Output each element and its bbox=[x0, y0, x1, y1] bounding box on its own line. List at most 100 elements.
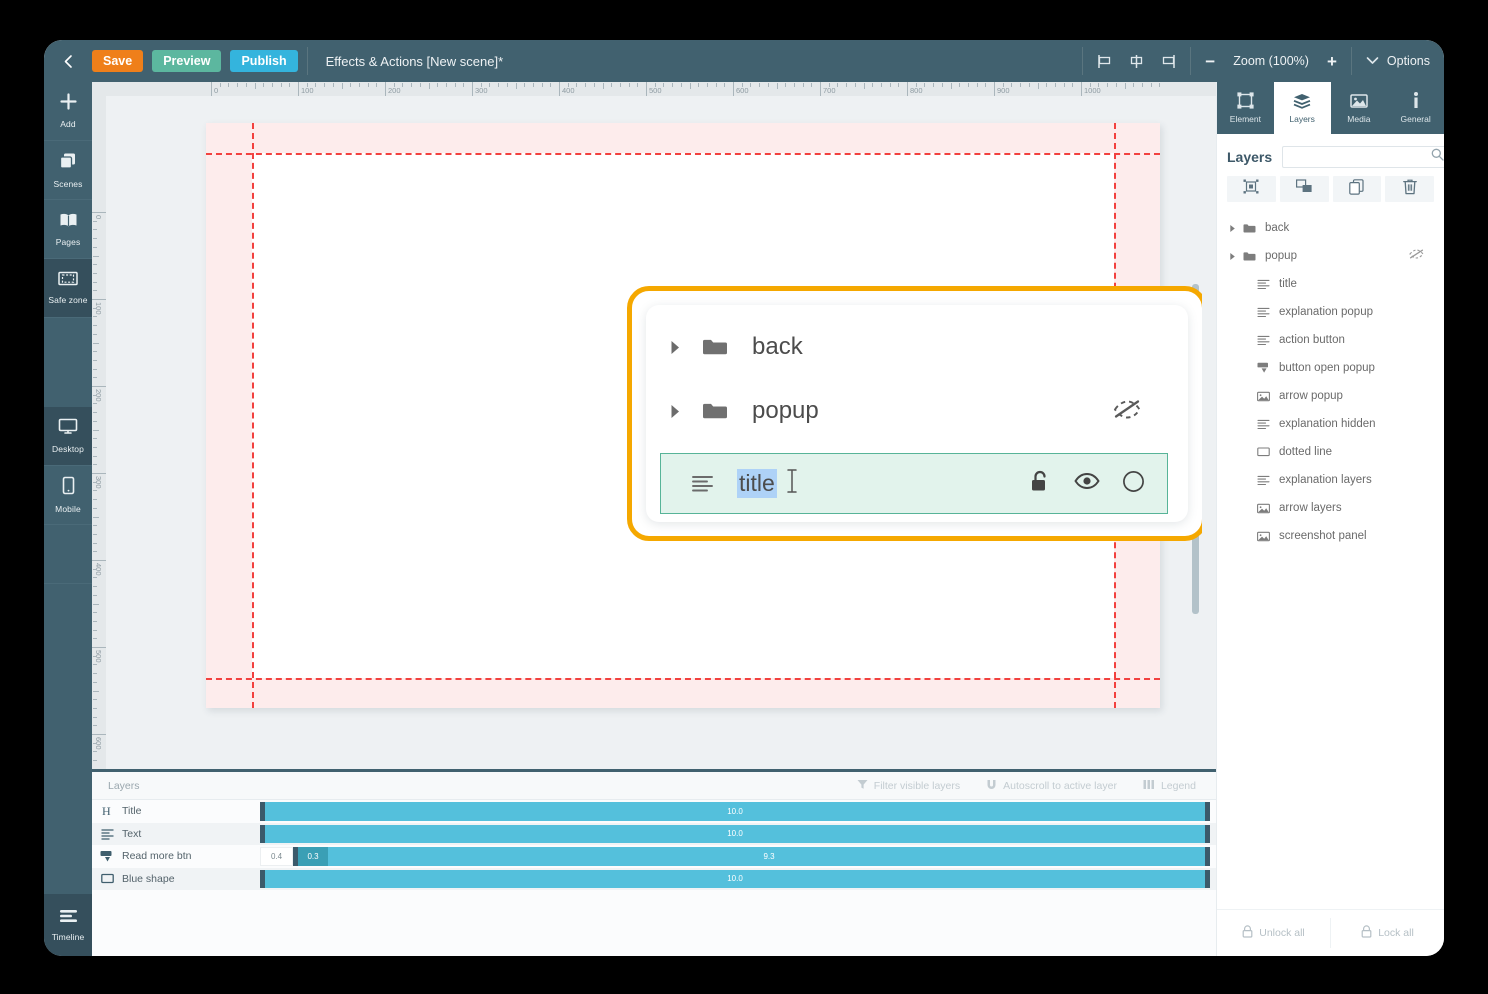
tab-media[interactable]: Media bbox=[1331, 82, 1388, 134]
timeline-delay-block[interactable]: 0.4 bbox=[260, 847, 293, 866]
timeline-row[interactable]: H Title 10.0 bbox=[92, 800, 1216, 823]
publish-button[interactable]: Publish bbox=[230, 50, 297, 72]
ruler-tick-minor bbox=[359, 83, 360, 87]
ruler-tick-major bbox=[559, 82, 560, 96]
layer-list-item-label: button open popup bbox=[1279, 362, 1375, 374]
options-button[interactable]: Options bbox=[1366, 54, 1430, 68]
callout-selected-layer-row[interactable]: title bbox=[660, 453, 1168, 514]
timeline-panel: Layers Filter visible layers Autoscroll … bbox=[92, 769, 1216, 956]
timeline-bar[interactable]: 10.0 bbox=[260, 802, 1210, 821]
search-icon[interactable] bbox=[1431, 148, 1444, 166]
eye-off-icon[interactable] bbox=[1409, 247, 1424, 265]
caret-right-icon[interactable] bbox=[668, 403, 702, 420]
unlock-all-button[interactable]: Unlock all bbox=[1217, 910, 1330, 956]
timeline-bar[interactable]: 10.0 bbox=[260, 870, 1210, 889]
timeline-row-track[interactable]: 10.0 bbox=[260, 825, 1210, 844]
timeline-row-track[interactable]: 10.0 bbox=[260, 802, 1210, 821]
ruler-tick-major bbox=[385, 82, 386, 96]
sidebar-item-timeline[interactable]: Timeline bbox=[44, 894, 92, 956]
caret-right-icon[interactable] bbox=[668, 339, 702, 356]
sidebar-item-desktop[interactable]: Desktop bbox=[44, 407, 92, 466]
align-center-icon[interactable] bbox=[1128, 54, 1145, 69]
timeline-row[interactable]: Text 10.0 bbox=[92, 823, 1216, 846]
layer-list-item[interactable]: arrow layers bbox=[1217, 494, 1444, 522]
layer-list-item[interactable]: arrow popup bbox=[1217, 382, 1444, 410]
timeline-bar-cap-start[interactable] bbox=[260, 825, 265, 844]
zoom-in-button[interactable]: + bbox=[1327, 53, 1337, 70]
align-left-icon[interactable] bbox=[1097, 54, 1114, 69]
layers-search-input[interactable] bbox=[1289, 151, 1431, 163]
eye-icon[interactable] bbox=[1074, 471, 1100, 496]
timeline-row-track[interactable]: 10.0 bbox=[260, 870, 1210, 889]
timeline-bar[interactable]: 9.3 bbox=[328, 847, 1210, 866]
ruler-tick-minor bbox=[93, 569, 97, 570]
callout-row-actions bbox=[1030, 469, 1145, 498]
tab-layers[interactable]: Layers bbox=[1274, 82, 1331, 134]
circle-icon[interactable] bbox=[1122, 470, 1145, 498]
ungroup-layers-button[interactable] bbox=[1280, 176, 1329, 202]
guide-vertical-left[interactable] bbox=[252, 123, 254, 708]
layer-list-item[interactable]: title bbox=[1217, 270, 1444, 298]
callout-layer-row-back[interactable]: back bbox=[646, 315, 1188, 379]
layer-list-item[interactable]: back bbox=[1217, 214, 1444, 242]
timeline-bar-cap-end[interactable] bbox=[1205, 825, 1210, 844]
timeline-bar[interactable]: 10.0 bbox=[260, 825, 1210, 844]
duplicate-layer-button[interactable] bbox=[1333, 176, 1382, 202]
sidebar-item-pages[interactable]: Pages bbox=[44, 200, 92, 259]
unlock-icon[interactable] bbox=[1030, 469, 1052, 498]
timeline-bar-cap-start[interactable] bbox=[293, 847, 298, 866]
timeline-bar-cap-start[interactable] bbox=[260, 870, 265, 889]
timeline-bar-cap-start[interactable] bbox=[260, 802, 265, 821]
layer-list-item[interactable]: explanation popup bbox=[1217, 298, 1444, 326]
caret-right-icon[interactable] bbox=[1229, 224, 1243, 233]
align-right-icon[interactable] bbox=[1159, 54, 1176, 69]
timeline-delay-badge[interactable]: 0.3 bbox=[298, 847, 328, 866]
timeline-row[interactable]: Blue shape 10.0 bbox=[92, 868, 1216, 891]
guide-horizontal-bottom[interactable] bbox=[206, 678, 1160, 680]
ruler-tick-minor bbox=[93, 543, 97, 544]
sidebar-item-safe-zone[interactable]: Safe zone bbox=[44, 259, 92, 318]
preview-button[interactable]: Preview bbox=[152, 50, 221, 72]
tab-general[interactable]: General bbox=[1387, 82, 1444, 134]
back-button[interactable] bbox=[44, 40, 92, 82]
layer-list-item[interactable]: explanation hidden bbox=[1217, 410, 1444, 438]
group-layers-button[interactable] bbox=[1227, 176, 1276, 202]
delete-layer-button[interactable] bbox=[1385, 176, 1434, 202]
tab-element[interactable]: Element bbox=[1217, 82, 1274, 134]
timeline-row-track[interactable]: 0.4 0.3 9.3 bbox=[260, 847, 1210, 866]
layer-list-item[interactable]: dotted line bbox=[1217, 438, 1444, 466]
autoscroll-to-active-layer-button[interactable]: Autoscroll to active layer bbox=[986, 779, 1117, 793]
callout-layer-name-back: back bbox=[752, 333, 803, 361]
caret-right-icon[interactable] bbox=[1229, 252, 1243, 261]
eye-off-icon[interactable] bbox=[1112, 397, 1142, 426]
callout-layer-row-popup[interactable]: popup bbox=[646, 379, 1188, 443]
layer-list-item[interactable]: screenshot panel bbox=[1217, 522, 1444, 550]
sidebar-item-mobile[interactable]: Mobile bbox=[44, 466, 92, 525]
sidebar-item-scenes[interactable]: Scenes bbox=[44, 141, 92, 200]
timeline-bar-cap-end[interactable] bbox=[1205, 847, 1210, 866]
callout-layer-name-popup: popup bbox=[752, 397, 819, 425]
ruler-tick-minor bbox=[93, 343, 99, 344]
sidebar-item-add[interactable]: Add bbox=[44, 82, 92, 141]
layers-search-box[interactable] bbox=[1282, 146, 1444, 168]
zoom-out-button[interactable]: − bbox=[1205, 53, 1215, 70]
ruler-tick-minor bbox=[655, 83, 656, 87]
horizontal-ruler[interactable]: 01002003004005006007008009001000 bbox=[106, 82, 1216, 96]
save-button[interactable]: Save bbox=[92, 50, 143, 72]
guide-horizontal-top[interactable] bbox=[206, 153, 1160, 155]
layer-list-item[interactable]: button open popup bbox=[1217, 354, 1444, 382]
layer-list-item[interactable]: popup bbox=[1217, 242, 1444, 270]
ruler-tick-minor bbox=[1090, 83, 1091, 87]
timeline-bar-cap-end[interactable] bbox=[1205, 802, 1210, 821]
callout-selected-layer-name[interactable]: title bbox=[737, 469, 777, 498]
timeline-bar-cap-end[interactable] bbox=[1205, 870, 1210, 889]
layer-list-item[interactable]: action button bbox=[1217, 326, 1444, 354]
layer-list-item-label: back bbox=[1265, 222, 1289, 234]
legend-button[interactable]: Legend bbox=[1143, 779, 1196, 793]
lock-all-button[interactable]: Lock all bbox=[1331, 910, 1444, 956]
ruler-tick-minor bbox=[977, 83, 978, 87]
heading-icon: H bbox=[92, 805, 122, 817]
layer-list-item[interactable]: explanation layers bbox=[1217, 466, 1444, 494]
filter-visible-layers-button[interactable]: Filter visible layers bbox=[857, 779, 960, 793]
timeline-row[interactable]: Read more btn 0.4 0.3 9.3 bbox=[92, 845, 1216, 868]
